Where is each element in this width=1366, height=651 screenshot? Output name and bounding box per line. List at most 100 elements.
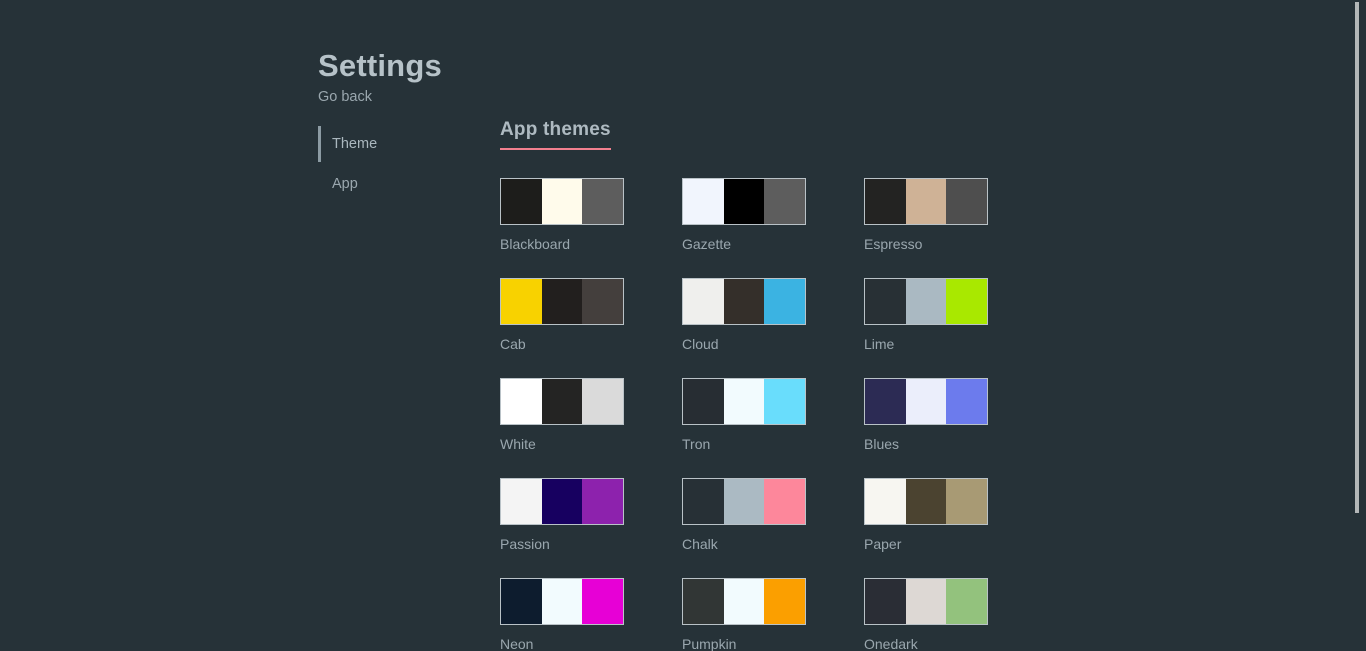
- theme-swatch-color: [946, 479, 988, 524]
- sidebar-item-label: App: [332, 176, 358, 192]
- theme-option[interactable]: Passion: [500, 478, 624, 578]
- theme-swatch-color: [501, 179, 542, 224]
- settings-page: Settings Go back Theme App App themes Bl…: [0, 0, 1366, 651]
- theme-swatch-color: [764, 479, 806, 524]
- theme-swatch-color: [764, 379, 806, 424]
- theme-swatch-color: [723, 179, 765, 224]
- go-back-link[interactable]: Go back: [318, 87, 442, 107]
- sidebar-item-label: Theme: [332, 136, 378, 152]
- theme-option[interactable]: Gazette: [682, 178, 806, 278]
- theme-swatch[interactable]: [500, 178, 624, 225]
- theme-swatch-color: [582, 279, 624, 324]
- theme-option[interactable]: Cab: [500, 278, 624, 378]
- sidebar-item-app[interactable]: App: [318, 164, 478, 204]
- theme-name-label: Cab: [500, 336, 526, 352]
- theme-name-label: White: [500, 436, 536, 452]
- theme-swatch-color: [723, 279, 765, 324]
- theme-swatch-color: [946, 279, 988, 324]
- theme-name-label: Pumpkin: [682, 636, 737, 651]
- theme-swatch[interactable]: [682, 378, 806, 425]
- theme-swatch-color: [905, 279, 947, 324]
- theme-name-label: Neon: [500, 636, 534, 651]
- theme-name-label: Blackboard: [500, 236, 571, 252]
- theme-swatch-color: [946, 579, 988, 624]
- theme-option[interactable]: Pumpkin: [682, 578, 806, 651]
- theme-name-label: Gazette: [682, 236, 732, 252]
- theme-swatch[interactable]: [682, 278, 806, 325]
- theme-swatch-color: [723, 579, 765, 624]
- theme-option[interactable]: Blues: [864, 378, 988, 478]
- theme-name-label: Chalk: [682, 536, 718, 552]
- theme-name-label: Blues: [864, 436, 900, 452]
- theme-swatch-color: [541, 379, 583, 424]
- theme-swatch[interactable]: [864, 178, 988, 225]
- theme-swatch-color: [764, 579, 806, 624]
- theme-grid: Blackboard Gazette Espresso Cab Cloud Lime Whi…: [500, 178, 1060, 651]
- theme-swatch-color: [683, 379, 724, 424]
- theme-swatch-color: [865, 379, 906, 424]
- theme-option[interactable]: Blackboard: [500, 178, 624, 278]
- theme-option[interactable]: Espresso: [864, 178, 988, 278]
- theme-swatch[interactable]: [500, 478, 624, 525]
- theme-swatch-color: [582, 579, 624, 624]
- theme-option[interactable]: Cloud: [682, 278, 806, 378]
- theme-swatch-color: [905, 479, 947, 524]
- theme-option[interactable]: Lime: [864, 278, 988, 378]
- theme-swatch-color: [764, 279, 806, 324]
- theme-swatch[interactable]: [500, 578, 624, 625]
- theme-swatch-color: [541, 279, 583, 324]
- theme-swatch-color: [541, 179, 583, 224]
- theme-swatch-color: [905, 379, 947, 424]
- theme-option[interactable]: White: [500, 378, 624, 478]
- settings-content: App themes Blackboard Gazette Espresso Cab C…: [500, 118, 1060, 651]
- theme-swatch-color: [683, 179, 724, 224]
- theme-name-label: Tron: [682, 436, 711, 452]
- theme-option[interactable]: Tron: [682, 378, 806, 478]
- settings-nav: Theme App: [318, 124, 478, 204]
- theme-swatch-color: [865, 279, 906, 324]
- theme-name-label: Onedark: [864, 636, 918, 651]
- theme-swatch[interactable]: [500, 278, 624, 325]
- theme-swatch-color: [946, 179, 988, 224]
- theme-swatch[interactable]: [682, 178, 806, 225]
- theme-swatch-color: [582, 379, 624, 424]
- theme-option[interactable]: Chalk: [682, 478, 806, 578]
- theme-name-label: Lime: [864, 336, 895, 352]
- theme-name-label: Cloud: [682, 336, 719, 352]
- theme-swatch-color: [501, 479, 542, 524]
- sidebar-item-theme[interactable]: Theme: [318, 124, 478, 164]
- theme-swatch-color: [723, 479, 765, 524]
- theme-swatch-color: [541, 479, 583, 524]
- page-title: Settings: [318, 48, 442, 83]
- theme-option[interactable]: Onedark: [864, 578, 988, 651]
- theme-swatch-color: [683, 479, 724, 524]
- theme-swatch[interactable]: [682, 478, 806, 525]
- theme-name-label: Passion: [500, 536, 550, 552]
- theme-swatch[interactable]: [864, 578, 988, 625]
- theme-swatch-color: [865, 179, 906, 224]
- theme-swatch[interactable]: [864, 278, 988, 325]
- theme-swatch-color: [582, 179, 624, 224]
- theme-swatch-color: [865, 579, 906, 624]
- theme-name-label: Paper: [864, 536, 902, 552]
- scrollbar-track[interactable]: [1351, 0, 1366, 651]
- theme-swatch-color: [946, 379, 988, 424]
- theme-swatch-color: [764, 179, 806, 224]
- theme-swatch-color: [501, 279, 542, 324]
- theme-swatch[interactable]: [682, 578, 806, 625]
- theme-swatch[interactable]: [864, 478, 988, 525]
- theme-swatch-color: [905, 179, 947, 224]
- theme-swatch-color: [905, 579, 947, 624]
- theme-name-label: Espresso: [864, 236, 923, 252]
- theme-swatch-color: [582, 479, 624, 524]
- section-title-app-themes: App themes: [500, 118, 611, 150]
- theme-swatch[interactable]: [864, 378, 988, 425]
- scrollbar-thumb[interactable]: [1355, 2, 1359, 513]
- theme-swatch-color: [501, 579, 542, 624]
- theme-swatch-color: [865, 479, 906, 524]
- theme-option[interactable]: Paper: [864, 478, 988, 578]
- page-header: Settings Go back: [318, 48, 442, 107]
- theme-option[interactable]: Neon: [500, 578, 624, 651]
- theme-swatch[interactable]: [500, 378, 624, 425]
- theme-swatch-color: [541, 579, 583, 624]
